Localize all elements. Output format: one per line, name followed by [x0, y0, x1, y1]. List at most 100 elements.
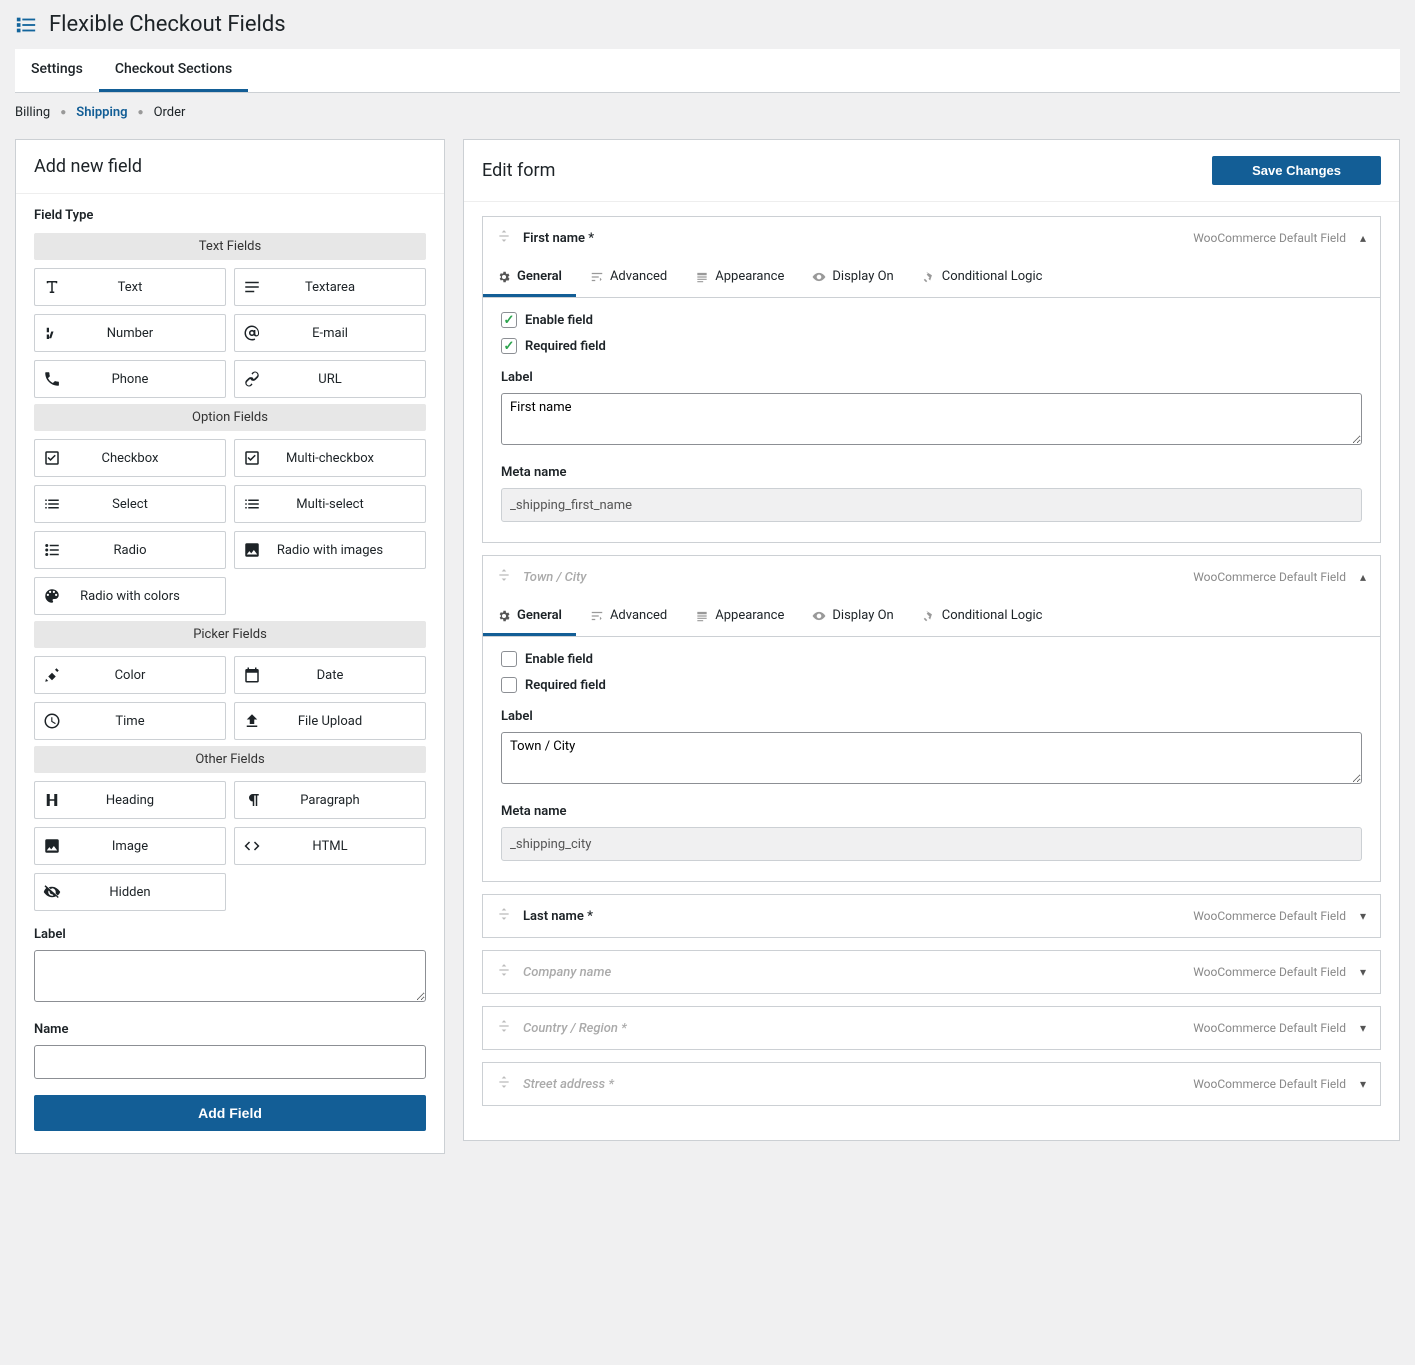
field-type-label: Hidden: [69, 885, 225, 900]
number-icon: [35, 324, 69, 342]
field-type-label: Textarea: [269, 280, 425, 295]
field-type-color[interactable]: Color: [34, 656, 226, 694]
field-type-text[interactable]: Text: [34, 268, 226, 306]
field-row-title: Company name: [523, 965, 611, 980]
field-type-heading[interactable]: Heading: [34, 781, 226, 819]
color-icon: [35, 666, 69, 684]
expand-toggle-icon[interactable]: ▾: [1360, 1077, 1366, 1091]
field-type-group-header: Picker Fields: [34, 621, 426, 648]
tab-checkout-sections[interactable]: Checkout Sections: [99, 49, 248, 92]
field-type-file-upload[interactable]: File Upload: [234, 702, 426, 740]
expand-toggle-icon[interactable]: ▾: [1360, 965, 1366, 979]
add-new-field-panel: Add new field Field Type Text FieldsText…: [15, 139, 445, 1154]
field-type-label: Radio with colors: [69, 589, 225, 604]
subtab-order[interactable]: Order: [154, 105, 186, 120]
field-type-textarea[interactable]: Textarea: [234, 268, 426, 306]
field-type-select[interactable]: Select: [34, 485, 226, 523]
field-type-html[interactable]: HTML: [234, 827, 426, 865]
page-title: Flexible Checkout Fields: [49, 12, 286, 37]
field-type-label: Number: [69, 326, 225, 341]
panel-title: Add new field: [16, 140, 444, 194]
breadcrumb: Billing ● Shipping ● Order: [0, 93, 1415, 124]
name-field-label: Name: [34, 1022, 426, 1037]
required-field-checkbox[interactable]: [501, 338, 517, 354]
drag-handle-icon[interactable]: [497, 907, 511, 925]
field-row-header[interactable]: Country / Region * WooCommerce Default F…: [483, 1007, 1380, 1049]
field-row-header[interactable]: Last name * WooCommerce Default Field ▾: [483, 895, 1380, 937]
expand-toggle-icon[interactable]: ▴: [1360, 231, 1366, 245]
field-tab-advanced[interactable]: Advanced: [576, 259, 681, 297]
field-tab-display-on[interactable]: Display On: [798, 598, 907, 636]
edit-form-panel: Edit form Save Changes First name * WooC…: [463, 139, 1400, 1141]
expand-toggle-icon[interactable]: ▾: [1360, 909, 1366, 923]
upload-icon: [235, 712, 269, 730]
enable-field-checkbox[interactable]: [501, 312, 517, 328]
field-row-title: Town / City: [523, 570, 586, 585]
select-icon: [35, 495, 69, 513]
save-changes-button[interactable]: Save Changes: [1212, 156, 1381, 185]
enable-field-checkbox[interactable]: [501, 651, 517, 667]
field-tab-conditional-logic[interactable]: Conditional Logic: [908, 259, 1057, 297]
tab-settings[interactable]: Settings: [15, 49, 99, 92]
required-field-checkbox[interactable]: [501, 677, 517, 693]
field-row-title: Last name *: [523, 909, 593, 924]
field-tab-conditional-logic[interactable]: Conditional Logic: [908, 598, 1057, 636]
field-tab-label: Advanced: [610, 608, 667, 623]
name-input[interactable]: [34, 1045, 426, 1079]
field-tab-appearance[interactable]: Appearance: [681, 598, 798, 636]
add-field-button[interactable]: Add Field: [34, 1095, 426, 1131]
field-row-header[interactable]: First name * WooCommerce Default Field ▴: [483, 217, 1380, 259]
field-type-time[interactable]: Time: [34, 702, 226, 740]
field-tab-label: Advanced: [610, 269, 667, 284]
field-row-header[interactable]: Street address * WooCommerce Default Fie…: [483, 1063, 1380, 1105]
field-type-multi-checkbox[interactable]: Multi-checkbox: [234, 439, 426, 477]
field-type-hidden[interactable]: Hidden: [34, 873, 226, 911]
field-type-e-mail[interactable]: E-mail: [234, 314, 426, 352]
meta-name-label: Meta name: [501, 804, 1362, 819]
drag-handle-icon[interactable]: [497, 963, 511, 981]
field-tab-display-on[interactable]: Display On: [798, 259, 907, 297]
default-field-tag: WooCommerce Default Field: [1193, 965, 1346, 979]
field-type-group-header: Text Fields: [34, 233, 426, 260]
drag-handle-icon[interactable]: [497, 568, 511, 586]
field-tab-appearance[interactable]: Appearance: [681, 259, 798, 297]
label-input[interactable]: First name: [501, 393, 1362, 445]
heading-icon: [35, 791, 69, 809]
field-tab-general[interactable]: General: [483, 259, 576, 297]
enable-field-label: Enable field: [525, 652, 593, 667]
expand-toggle-icon[interactable]: ▾: [1360, 1021, 1366, 1035]
field-type-radio-with-colors[interactable]: Radio with colors: [34, 577, 226, 615]
field-type-radio-with-images[interactable]: Radio with images: [234, 531, 426, 569]
field-type-multi-select[interactable]: Multi-select: [234, 485, 426, 523]
field-tab-label: Appearance: [715, 269, 784, 284]
field-tab-label: Appearance: [715, 608, 784, 623]
drag-handle-icon[interactable]: [497, 1075, 511, 1093]
field-tab-general[interactable]: General: [483, 598, 576, 636]
label-label: Label: [501, 370, 1362, 385]
field-tab-advanced[interactable]: Advanced: [576, 598, 681, 636]
field-type-date[interactable]: Date: [234, 656, 426, 694]
field-row-header[interactable]: Company name WooCommerce Default Field ▾: [483, 951, 1380, 993]
default-field-tag: WooCommerce Default Field: [1193, 909, 1346, 923]
field-row-title: Street address *: [523, 1077, 614, 1092]
field-type-label: Image: [69, 839, 225, 854]
field-type-checkbox[interactable]: Checkbox: [34, 439, 226, 477]
hidden-icon: [35, 883, 69, 901]
field-type-number[interactable]: Number: [34, 314, 226, 352]
field-type-phone[interactable]: Phone: [34, 360, 226, 398]
field-type-label: Text: [69, 280, 225, 295]
field-type-url[interactable]: URL: [234, 360, 426, 398]
label-input[interactable]: [34, 950, 426, 1002]
default-field-tag: WooCommerce Default Field: [1193, 231, 1346, 245]
expand-toggle-icon[interactable]: ▴: [1360, 570, 1366, 584]
drag-handle-icon[interactable]: [497, 1019, 511, 1037]
subtab-shipping[interactable]: Shipping: [76, 105, 127, 120]
label-input[interactable]: Town / City: [501, 732, 1362, 784]
field-row-header[interactable]: Town / City WooCommerce Default Field ▴: [483, 556, 1380, 598]
field-type-image[interactable]: Image: [34, 827, 226, 865]
subtab-billing[interactable]: Billing: [15, 105, 50, 120]
field-type-radio[interactable]: Radio: [34, 531, 226, 569]
field-type-label: Paragraph: [269, 793, 425, 808]
drag-handle-icon[interactable]: [497, 229, 511, 247]
field-type-paragraph[interactable]: Paragraph: [234, 781, 426, 819]
